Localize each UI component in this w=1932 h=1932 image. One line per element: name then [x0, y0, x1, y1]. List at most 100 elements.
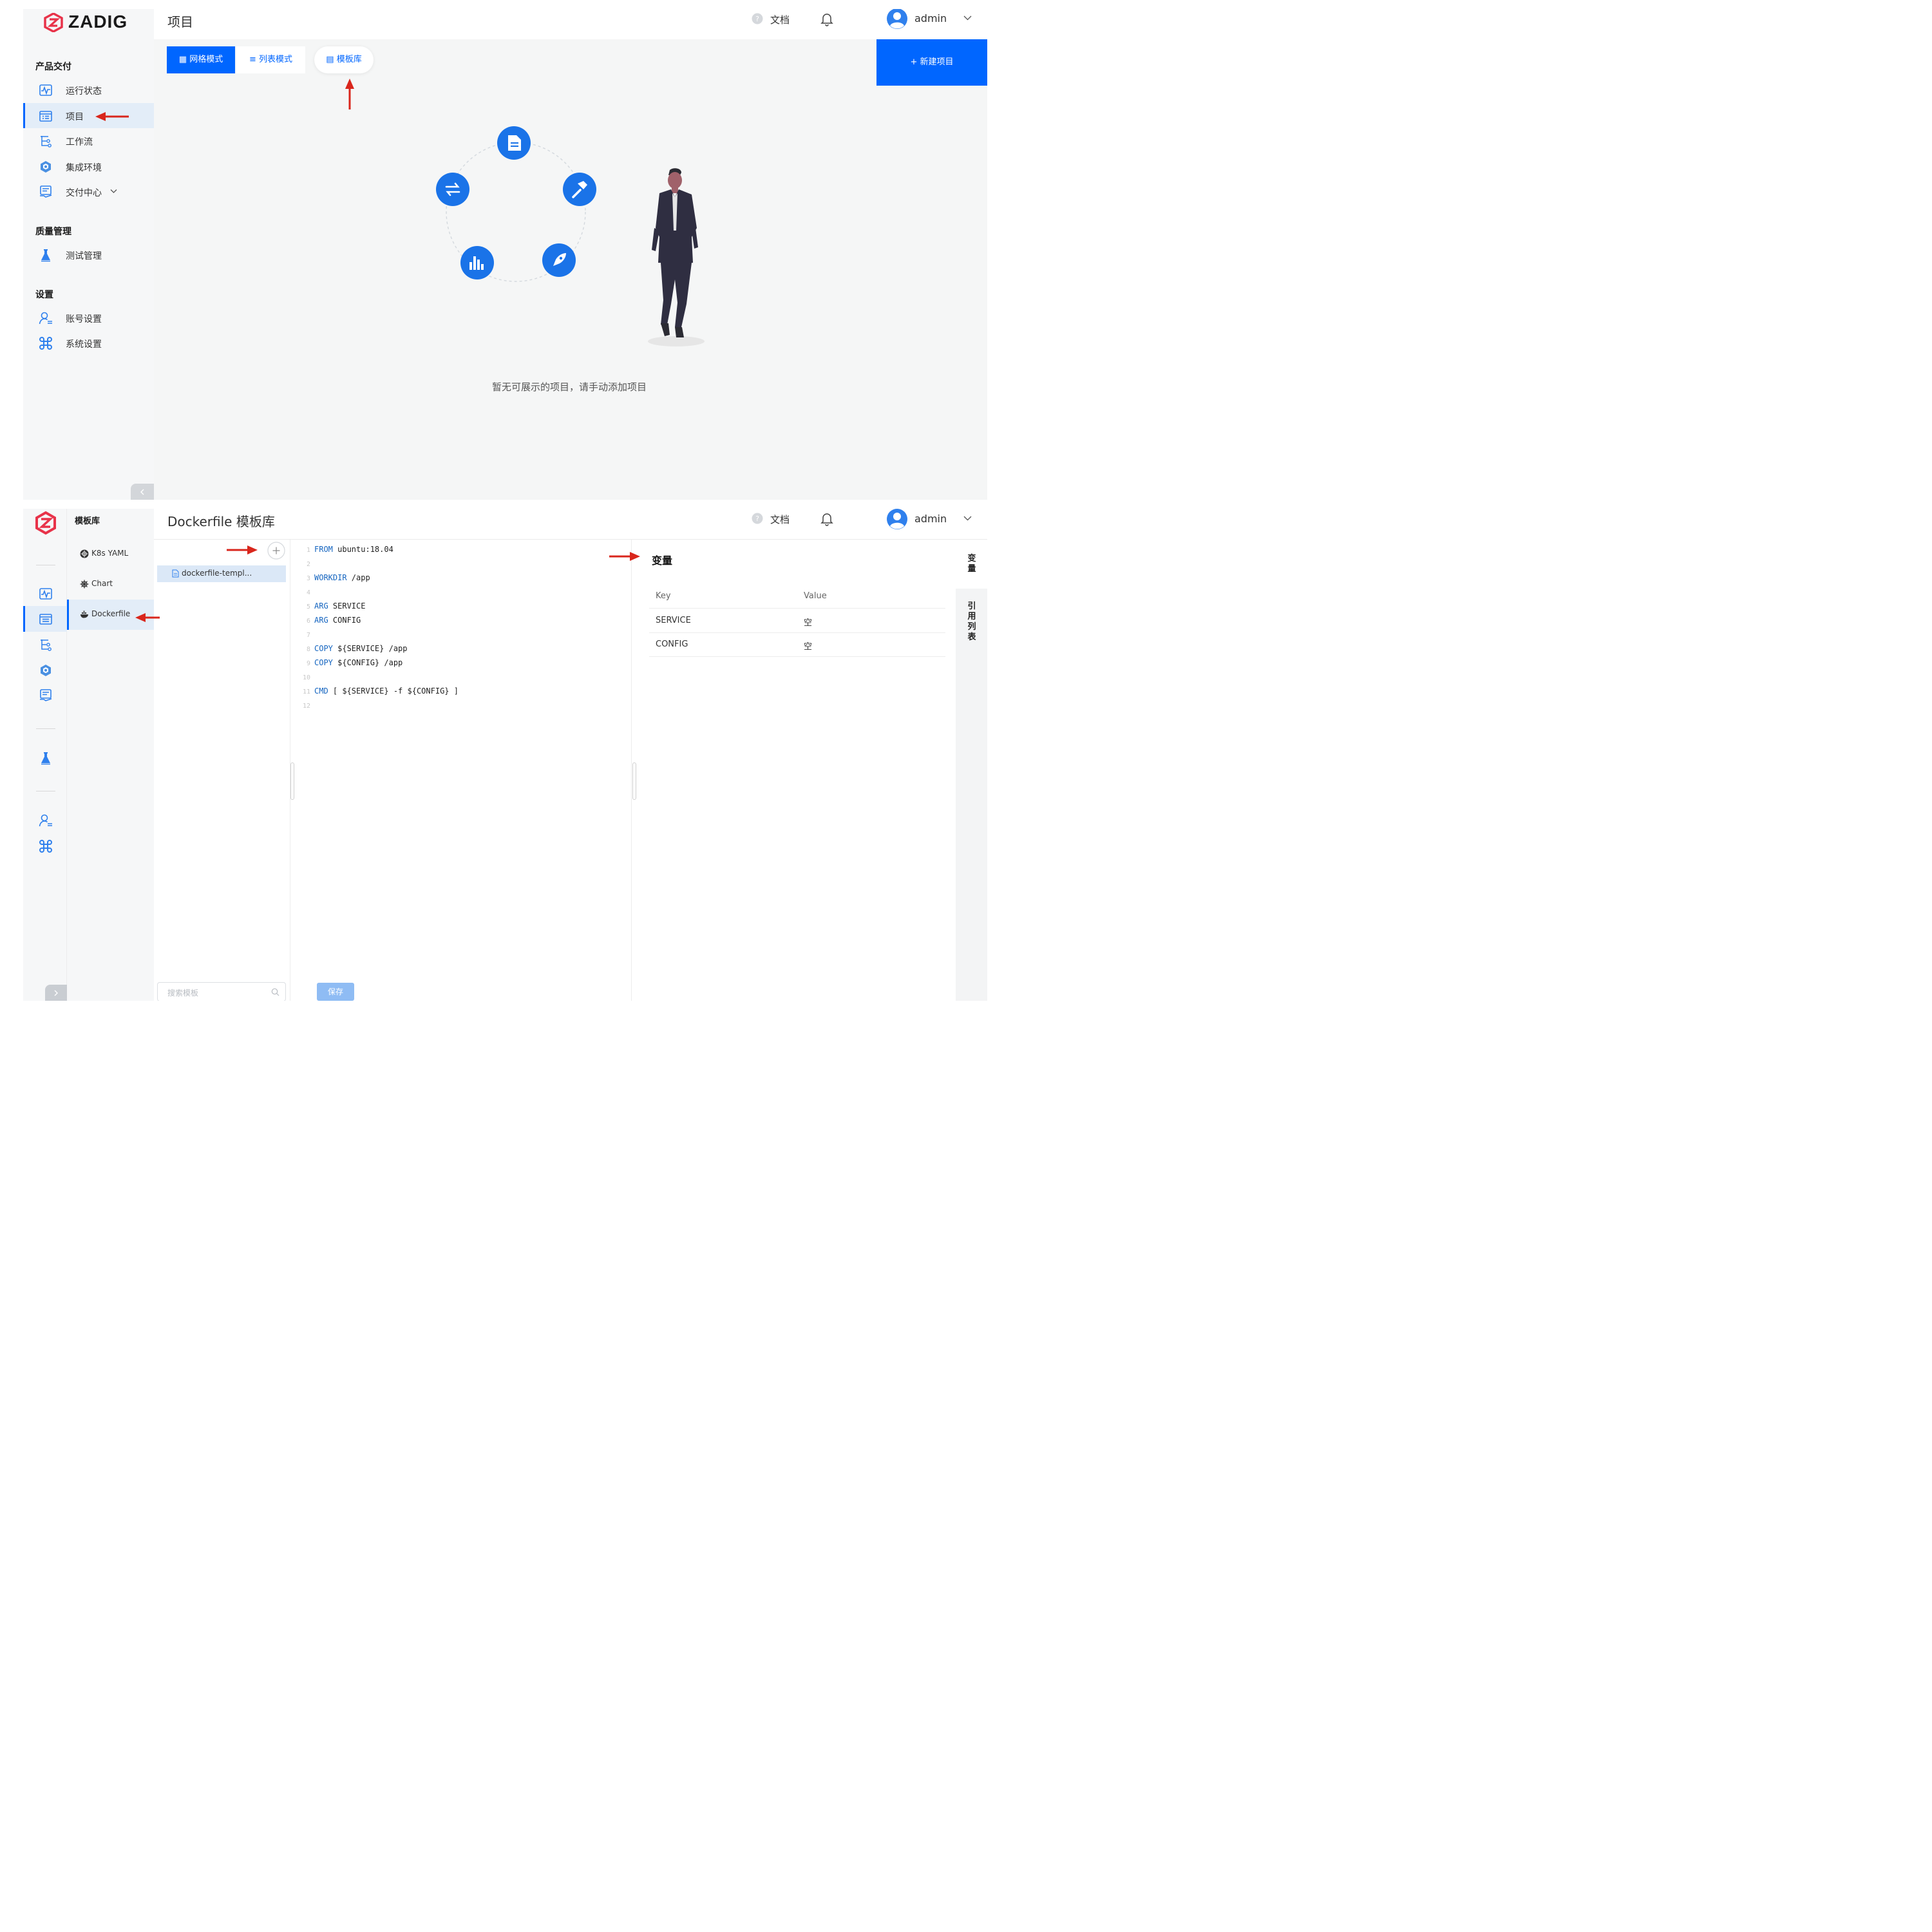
sidebar-item-workflow[interactable]: 工作流: [23, 128, 154, 153]
username[interactable]: admin: [914, 12, 947, 24]
tab-template-library[interactable]: ▤ 模板库: [314, 46, 374, 73]
sidebar-item-projects[interactable]: 项目: [23, 103, 154, 128]
sidebar-item-delivery-center[interactable]: 交付中心: [23, 179, 154, 204]
collapse-sidebar-button[interactable]: [131, 484, 154, 500]
sidebar-item-account-settings[interactable]: 账号设置: [23, 305, 154, 330]
svg-text:?: ?: [755, 15, 759, 23]
template-list-panel: dockerfile-templ... 搜索模板: [154, 540, 290, 1001]
annotation-arrow-right: [227, 545, 258, 554]
code-line: 3 WORKDIR /app: [306, 573, 370, 582]
resize-handle[interactable]: [290, 762, 294, 800]
variable-value: 空: [804, 618, 813, 628]
divider: [631, 540, 632, 1001]
sidebar-item-test-management[interactable]: 测试管理: [23, 242, 154, 267]
chevron-left-icon: [140, 489, 144, 495]
document-icon: [497, 126, 531, 160]
sub-nav-label: Chart: [91, 579, 113, 588]
code-line: 5 ARG SERVICE: [306, 601, 366, 611]
list-icon: ≡: [249, 55, 256, 64]
table-header-row: Key Value: [649, 585, 945, 609]
template-sub-nav: 模板库 K8s YAML Chart Dockerfile: [67, 509, 154, 1001]
add-template-button[interactable]: [267, 542, 285, 560]
resize-handle[interactable]: [632, 762, 636, 800]
docs-link[interactable]: 文档: [770, 13, 790, 26]
zadig-logo-icon: [44, 13, 63, 32]
table-row: CONFIG 空: [649, 633, 945, 657]
username[interactable]: admin: [914, 513, 947, 525]
template-list-item[interactable]: dockerfile-templ...: [157, 565, 286, 582]
table-row: SERVICE 空: [649, 609, 945, 633]
sidebar-item-environment[interactable]: 集成环境: [23, 154, 154, 179]
bell-icon[interactable]: [820, 12, 833, 26]
sub-nav-item-chart[interactable]: Chart: [67, 569, 154, 600]
annotation-arrow-up: [345, 79, 354, 109]
expand-sidebar-button[interactable]: [45, 985, 67, 1001]
activity-icon: [39, 84, 52, 96]
section-title-quality: 质量管理: [35, 227, 71, 237]
code-line: 9 COPY ${CONFIG} /app: [306, 658, 403, 667]
avatar[interactable]: [887, 509, 907, 529]
docker-icon: [80, 611, 88, 618]
workflow-tree-icon[interactable]: [39, 638, 53, 652]
new-project-button[interactable]: + 新建项目: [876, 39, 987, 86]
workflow-tree-icon: [41, 136, 52, 147]
flask-icon: [41, 249, 50, 262]
annotation-arrow-left: [135, 613, 160, 622]
section-title-delivery: 产品交付: [35, 62, 71, 72]
code-line: 10: [302, 674, 310, 681]
tab-label: 列表模式: [259, 55, 293, 64]
chevron-down-icon[interactable]: [963, 15, 972, 21]
sidebar: ZADIG 产品交付 运行状态 项目 工作流 集成环境 交付中心 质量管理 测试…: [23, 9, 154, 500]
help-icon[interactable]: ?: [752, 513, 763, 524]
annotation-arrow-right: [609, 552, 640, 561]
variable-key: SERVICE: [656, 616, 691, 625]
delivery-center-icon[interactable]: [39, 688, 53, 703]
variable-key: CONFIG: [656, 639, 688, 649]
code-line: 4: [306, 589, 310, 596]
variables-title: 变量: [652, 554, 673, 567]
save-button[interactable]: 保存: [317, 983, 354, 1001]
bell-icon[interactable]: [820, 512, 833, 526]
collapsed-sidebar: [23, 509, 67, 1001]
sidebar-item-system-settings[interactable]: 系统设置: [23, 330, 154, 355]
user-settings-icon[interactable]: [39, 813, 53, 828]
logo-text: ZADIG: [68, 12, 128, 32]
sidebar-item-label: 集成环境: [66, 163, 102, 173]
activity-icon[interactable]: [39, 587, 53, 601]
avatar[interactable]: [887, 9, 907, 29]
delivery-center-icon: [40, 185, 52, 198]
docs-link[interactable]: 文档: [770, 513, 790, 526]
search-input[interactable]: 搜索模板: [157, 982, 286, 1001]
sync-icon: [436, 173, 469, 206]
command-icon[interactable]: [39, 839, 53, 853]
search-placeholder: 搜索模板: [167, 989, 199, 998]
sidebar-item-run-status[interactable]: 运行状态: [23, 77, 154, 102]
tab-label: 引用列表: [967, 601, 976, 642]
environment-cube-icon[interactable]: [39, 663, 53, 677]
template-icon: ▤: [326, 55, 334, 64]
sidebar-item-label: 项目: [66, 112, 84, 122]
sub-nav-item-k8s-yaml[interactable]: K8s YAML: [67, 539, 154, 569]
tab-grid-mode[interactable]: ▦ 网格模式: [167, 46, 235, 73]
chevron-down-icon[interactable]: [963, 516, 972, 521]
page-title: 项目: [167, 14, 193, 30]
zadig-logo-icon[interactable]: [35, 511, 57, 535]
bar-chart-icon: [460, 246, 494, 279]
projects-screen: ZADIG 产品交付 运行状态 项目 工作流 集成环境 交付中心 质量管理 测试…: [23, 9, 987, 500]
tab-reference-list[interactable]: 引用列表: [956, 595, 987, 649]
code-line: 12: [302, 703, 310, 710]
code-editor[interactable]: 1 FROM ubuntu:18.04 2 3 WORKDIR /app 4 5 AR…: [298, 542, 632, 1001]
kubernetes-icon: [80, 549, 89, 558]
chevron-down-icon: [110, 189, 117, 193]
sub-nav-title: 模板库: [75, 516, 100, 526]
rail-item-projects-active[interactable]: [23, 606, 67, 632]
help-icon[interactable]: ?: [752, 13, 763, 24]
project-list-icon: [39, 614, 52, 625]
variable-value: 空: [804, 642, 813, 652]
dockerfile-template-screen: 模板库 K8s YAML Chart Dockerfile Dockerfile…: [23, 509, 987, 1001]
flask-icon[interactable]: [39, 751, 53, 765]
tab-list-mode[interactable]: ≡ 列表模式: [236, 46, 305, 73]
tab-variables[interactable]: 变量: [956, 540, 987, 589]
zadig-logo[interactable]: [44, 13, 63, 32]
sidebar-item-label: 系统设置: [66, 339, 102, 350]
